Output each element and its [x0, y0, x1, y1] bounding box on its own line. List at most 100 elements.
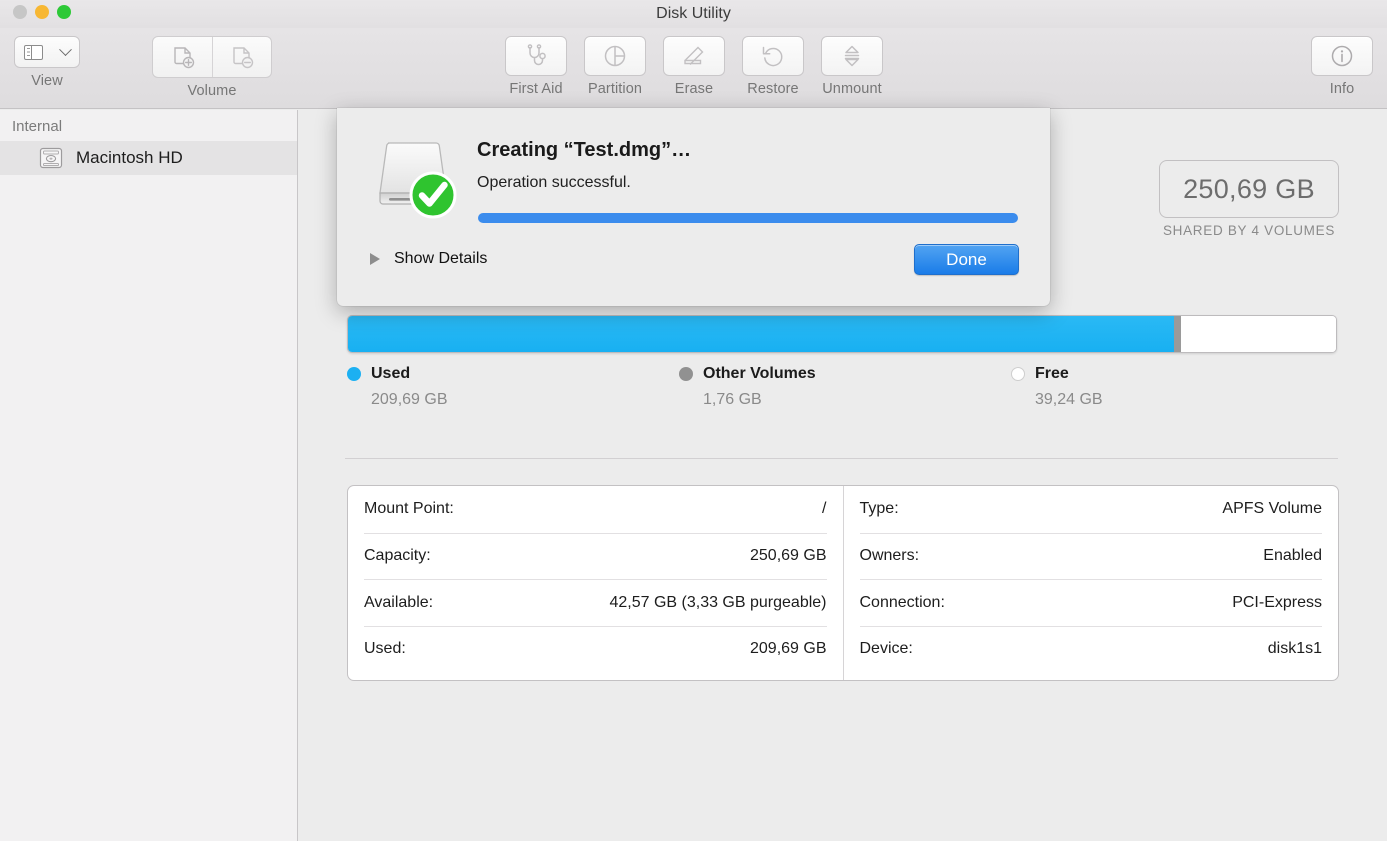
partition-item: Partition [584, 36, 646, 97]
legend-name-other-volumes: Other Volumes [703, 365, 816, 382]
sidebar-section-internal: Internal [12, 118, 63, 135]
capacity-segment-free [1180, 316, 1336, 352]
pie-chart-icon [604, 45, 626, 67]
legend-swatch-used [347, 367, 361, 381]
sidebar-icon [24, 44, 43, 60]
show-details-label: Show Details [394, 250, 488, 267]
table-row: Connection: PCI-Express [859, 579, 1322, 626]
legend-name-free: Free [1035, 365, 1069, 382]
erase-item: Erase [663, 36, 725, 97]
row-value: APFS Volume [1222, 500, 1322, 518]
volume-label: Volume [187, 83, 237, 99]
toolbar: View Volume First Aid Partition Erase Re… [0, 28, 1387, 109]
toolbar-info-group: Info [1311, 36, 1373, 97]
toolbar-view-group: View [14, 36, 80, 89]
row-label: Connection: [859, 593, 945, 611]
stethoscope-icon [527, 44, 546, 66]
volume-add-icon [173, 47, 194, 69]
row-label: Available: [364, 593, 434, 611]
restore-icon [762, 46, 783, 67]
view-options-button[interactable] [14, 36, 80, 68]
sidebar-item-label: Macintosh HD [76, 148, 183, 167]
triangle-right-icon [370, 253, 380, 265]
row-value: 250,69 GB [750, 547, 827, 565]
toolbar-volume-group: Volume [152, 36, 272, 99]
unmount-label: Unmount [822, 81, 882, 97]
table-row: Mount Point: / [364, 486, 827, 533]
window-title: Disk Utility [656, 5, 731, 22]
legend-swatch-other-volumes [679, 367, 693, 381]
table-row: Type: APFS Volume [860, 486, 1323, 533]
progress-bar [478, 213, 1018, 223]
first-aid-item: First Aid [505, 36, 567, 97]
info-label: Info [1329, 81, 1355, 97]
title-bar: Disk Utility [0, 0, 1387, 28]
table-row: Owners: Enabled [859, 532, 1322, 580]
remove-volume-button[interactable] [212, 37, 271, 77]
info-column-left: Mount Point: / Capacity: 250,69 GB Avail… [348, 486, 843, 680]
dialog-title: Creating “Test.dmg”… [477, 139, 692, 161]
legend-item-used: Used 209,69 GB [347, 365, 448, 409]
legend-name-used: Used [371, 365, 411, 382]
first-aid-button[interactable] [505, 36, 567, 76]
erase-icon [684, 46, 704, 65]
toolbar-actions-group: First Aid Partition Erase Restore Unmoun… [505, 36, 883, 97]
eject-icon [844, 45, 860, 67]
capacity-bar [347, 315, 1337, 353]
row-label: Owners: [859, 547, 920, 565]
volume-remove-icon [233, 47, 254, 69]
erase-button[interactable] [663, 36, 725, 76]
row-value: disk1s1 [1267, 640, 1322, 658]
capacity-segment-other [1173, 316, 1181, 352]
unmount-button[interactable] [821, 36, 883, 76]
row-value: / [822, 500, 827, 518]
row-label: Used: [364, 640, 406, 658]
capacity-segment-used [348, 316, 1174, 352]
row-label: Device: [859, 640, 913, 658]
add-volume-button[interactable] [153, 37, 212, 77]
partition-label: Partition [587, 81, 643, 97]
legend-value-used: 209,69 GB [371, 391, 448, 408]
legend-value-free: 39,24 GB [1035, 391, 1103, 408]
table-row: Available: 42,57 GB (3,33 GB purgeable) [364, 579, 827, 626]
row-label: Mount Point: [364, 500, 454, 518]
row-value: Enabled [1263, 547, 1322, 565]
hard-drive-icon [39, 147, 63, 169]
show-details-disclosure[interactable]: Show Details [370, 250, 487, 268]
disk-utility-window: Disk Utility View Volume First Aid Parti… [0, 0, 1387, 841]
table-row: Capacity: 250,69 GB [364, 532, 827, 580]
volume-segmented-control [152, 36, 272, 78]
info-circle-icon [1331, 45, 1353, 67]
unmount-item: Unmount [821, 36, 883, 97]
dialog-message: Operation successful. [477, 174, 631, 191]
disk-info-table: Mount Point: / Capacity: 250,69 GB Avail… [347, 485, 1339, 681]
info-button[interactable] [1311, 36, 1373, 76]
erase-label: Erase [674, 81, 714, 97]
chevron-down-icon [59, 42, 72, 56]
first-aid-label: First Aid [509, 81, 563, 97]
row-value: 42,57 GB (3,33 GB purgeable) [609, 593, 827, 611]
row-label: Capacity: [364, 547, 431, 565]
row-label: Type: [859, 500, 899, 518]
table-row: Device: disk1s1 [859, 625, 1322, 673]
row-value: PCI-Express [1232, 593, 1322, 611]
sidebar: Internal Macintosh HD [0, 110, 298, 841]
row-value: 209,69 GB [750, 640, 827, 658]
restore-item: Restore [742, 36, 804, 97]
legend-value-other-volumes: 1,76 GB [703, 391, 762, 408]
capacity-badge: 250,69 GB [1159, 160, 1339, 218]
legend-item-other-volumes: Other Volumes 1,76 GB [679, 365, 816, 409]
partition-button[interactable] [584, 36, 646, 76]
legend-swatch-free [1011, 367, 1025, 381]
sidebar-item-macintosh-hd[interactable]: Macintosh HD [0, 141, 297, 175]
restore-label: Restore [747, 81, 799, 97]
done-button[interactable]: Done [914, 244, 1019, 275]
restore-button[interactable] [742, 36, 804, 76]
capacity-subtitle: SHARED BY 4 VOLUMES [1162, 223, 1336, 238]
capacity-legend: Used 209,69 GB Other Volumes 1,76 GB Fre… [347, 365, 1337, 420]
progress-sheet-dialog: Creating “Test.dmg”… Operation successfu… [337, 108, 1050, 306]
view-label: View [31, 73, 63, 89]
legend-item-free: Free 39,24 GB [1011, 365, 1103, 409]
disk-success-icon [379, 142, 457, 219]
info-column-right: Type: APFS Volume Owners: Enabled Connec… [842, 486, 1339, 680]
